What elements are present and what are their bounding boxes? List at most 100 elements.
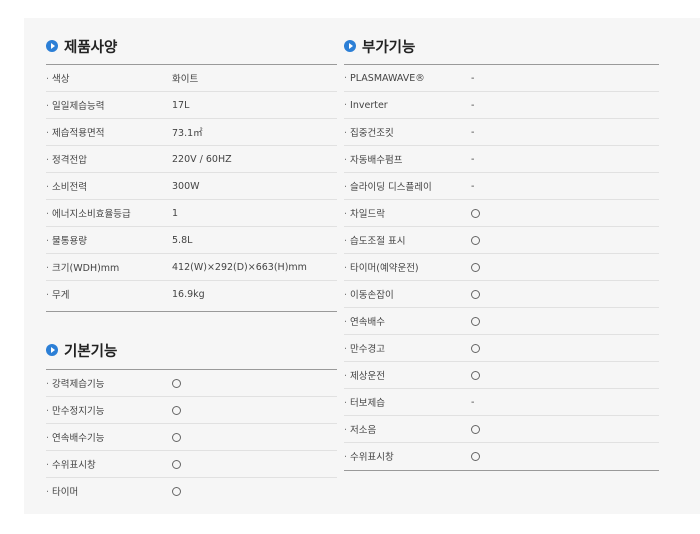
table-row: 집중건조킷 - (344, 119, 659, 146)
row-value: 17L (172, 99, 190, 111)
table-row: 터보제습 - (344, 389, 659, 416)
row-value: 220V / 60HZ (172, 153, 232, 165)
row-label: 습도조절 표시 (344, 233, 405, 247)
table-row: 습도조절 표시 (344, 227, 659, 254)
row-label: 일일제습능력 (46, 98, 104, 112)
table-row: 제상운전 (344, 362, 659, 389)
row-label: 타이머(예약운전) (344, 260, 419, 274)
spec-bottom-rule (46, 311, 337, 312)
row-value: - (471, 180, 475, 192)
table-row: 수위표시창 (344, 443, 659, 469)
table-row: 크기(WDH)mm 412(W)×292(D)×663(H)mm (46, 254, 337, 281)
row-label: 집중건조킷 (344, 125, 394, 139)
table-row: 타이머 (46, 478, 337, 504)
spec-title-text: 제품사양 (64, 39, 118, 56)
row-label: 색상 (46, 71, 69, 85)
row-label: 저소음 (344, 422, 376, 436)
extra-section-title: 부가기능 (344, 36, 659, 56)
table-row: 자동배수펌프 - (344, 146, 659, 173)
table-row: 제습적용면적 73.1㎡ (46, 119, 337, 146)
circle-icon (471, 452, 480, 461)
row-label: 연속배수기능 (46, 430, 104, 444)
row-value: - (471, 153, 475, 165)
spec-table: 색상 화이트 일일제습능력 17L 제습적용면적 73.1㎡ 정격전압 220V / 6… (46, 65, 337, 307)
play-circle-icon (46, 40, 58, 52)
row-value: 화이트 (172, 74, 199, 85)
row-label: 강력제습기능 (46, 376, 104, 390)
table-row: 타이머(예약운전) (344, 254, 659, 281)
row-value: 16.9kg (172, 288, 205, 300)
circle-icon (172, 487, 181, 496)
row-label: 수위표시창 (344, 449, 394, 463)
row-value: 5.8L (172, 234, 193, 246)
table-row: 연속배수 (344, 308, 659, 335)
circle-icon (471, 290, 480, 299)
row-label: 터보제습 (344, 395, 385, 409)
row-value: 1 (172, 207, 179, 219)
row-value: - (471, 72, 475, 84)
extra-bottom-rule (344, 470, 659, 471)
row-label: 타이머 (46, 484, 78, 498)
row-label: 만수정지기능 (46, 403, 104, 417)
circle-icon (172, 379, 181, 388)
row-value: - (471, 396, 475, 408)
row-label: 이동손잡이 (344, 287, 394, 301)
row-value: - (471, 126, 475, 138)
circle-icon (471, 317, 480, 326)
row-label: 제상운전 (344, 368, 385, 382)
row-label: Inverter (344, 100, 388, 111)
table-row: Inverter - (344, 92, 659, 119)
table-row: 무게 16.9kg (46, 281, 337, 307)
row-label: 소비전력 (46, 179, 87, 193)
row-label: 자동배수펌프 (344, 152, 402, 166)
row-label: 무게 (46, 287, 69, 301)
left-column: 제품사양 색상 화이트 일일제습능력 17L 제습적용면적 73.1㎡ 정격전압 220… (46, 18, 337, 504)
table-row: 색상 화이트 (46, 65, 337, 92)
row-label: 크기(WDH)mm (46, 260, 119, 274)
basic-title-text: 기본기능 (64, 343, 118, 360)
circle-icon (172, 460, 181, 469)
circle-icon (172, 406, 181, 415)
circle-icon (471, 209, 480, 218)
row-label: 슬라이딩 디스플레이 (344, 179, 432, 193)
table-row: 소비전력 300W (46, 173, 337, 200)
row-label: 정격전압 (46, 152, 87, 166)
spec-section-title: 제품사양 (46, 36, 337, 56)
row-label: 만수경고 (344, 341, 385, 355)
row-label: 수위표시창 (46, 457, 96, 471)
row-label: 연속배수 (344, 314, 385, 328)
table-row: 물통용량 5.8L (46, 227, 337, 254)
play-circle-icon (344, 40, 356, 52)
table-row: 이동손잡이 (344, 281, 659, 308)
extra-title-text: 부가기능 (362, 39, 416, 56)
row-label: PLASMAWAVE® (344, 73, 425, 84)
table-row: 정격전압 220V / 60HZ (46, 146, 337, 173)
play-circle-icon (46, 344, 58, 356)
table-row: 수위표시창 (46, 451, 337, 478)
circle-icon (471, 371, 480, 380)
circle-icon (172, 433, 181, 442)
row-value: 300W (172, 180, 200, 192)
basic-table: 강력제습기능 만수정지기능 연속배수기능 수위표시창 타이머 (46, 370, 337, 504)
row-label: 차일드락 (344, 206, 385, 220)
circle-icon (471, 236, 480, 245)
basic-section-title: 기본기능 (46, 340, 337, 360)
table-row: PLASMAWAVE® - (344, 65, 659, 92)
circle-icon (471, 344, 480, 353)
table-row: 저소음 (344, 416, 659, 443)
table-row: 만수경고 (344, 335, 659, 362)
row-label: 제습적용면적 (46, 125, 104, 139)
table-row: 연속배수기능 (46, 424, 337, 451)
row-label: 에너지소비효율등급 (46, 206, 131, 220)
extra-table: PLASMAWAVE® - Inverter - 집중건조킷 - 자동배수펌프 - 슬라… (344, 65, 659, 469)
circle-icon (471, 425, 480, 434)
table-row: 슬라이딩 디스플레이 - (344, 173, 659, 200)
row-value: 73.1㎡ (172, 128, 203, 139)
row-label: 물통용량 (46, 233, 87, 247)
table-row: 강력제습기능 (46, 370, 337, 397)
spec-panel: 제품사양 색상 화이트 일일제습능력 17L 제습적용면적 73.1㎡ 정격전압 220… (24, 18, 700, 514)
circle-icon (471, 263, 480, 272)
row-value: 412(W)×292(D)×663(H)mm (172, 261, 307, 273)
right-column: 부가기능 PLASMAWAVE® - Inverter - 집중건조킷 - 자동배수펌… (344, 18, 659, 471)
row-value: - (471, 99, 475, 111)
